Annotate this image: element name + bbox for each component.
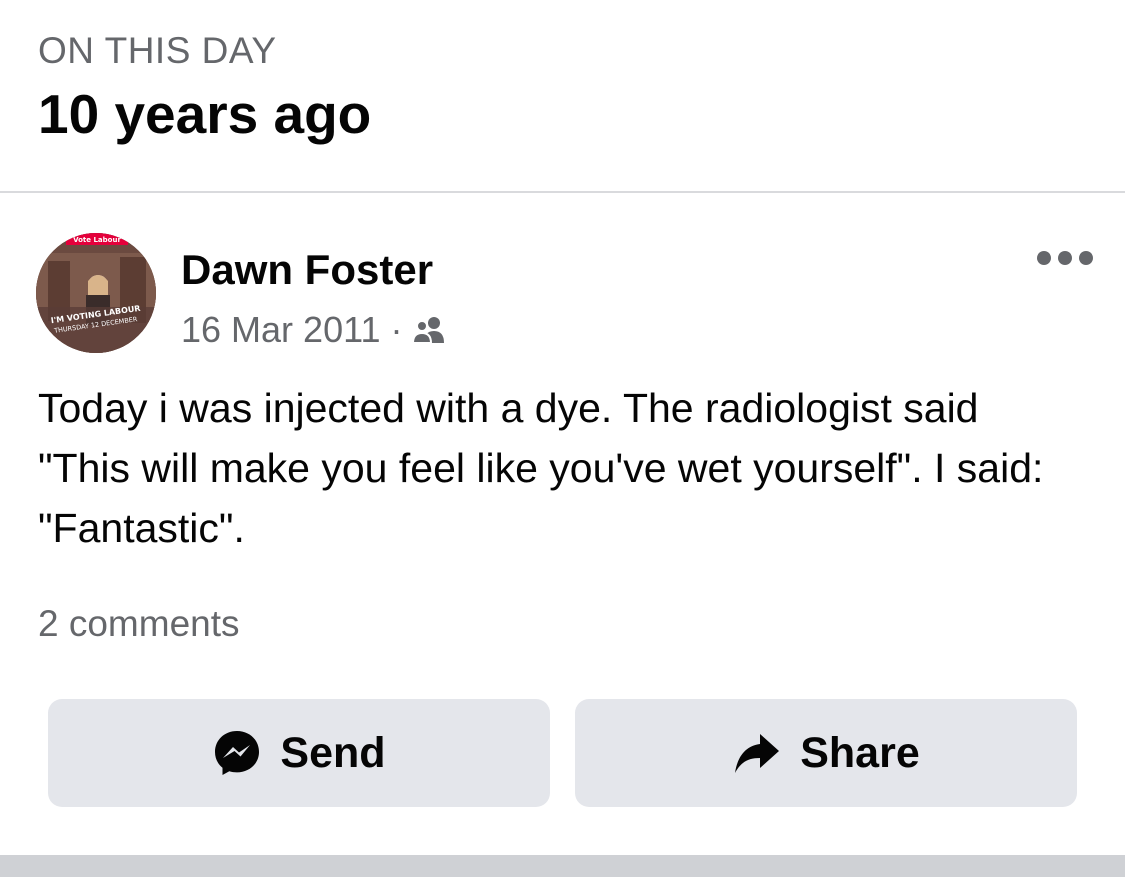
post-text: Today i was injected with a dye. The rad…	[38, 385, 1044, 551]
meta-separator: ·	[390, 309, 403, 350]
post-date[interactable]: 16 Mar 2011	[181, 309, 380, 351]
send-button[interactable]: Send	[48, 699, 550, 807]
comments-count[interactable]: 2 comments	[38, 603, 240, 645]
more-options-icon[interactable]	[1037, 248, 1093, 268]
post-meta: 16 Mar 2011 ·	[181, 309, 448, 351]
memory-header: ON THIS DAY 10 years ago	[0, 0, 1125, 193]
share-arrow-icon	[732, 728, 782, 778]
memory-title: 10 years ago	[38, 83, 372, 145]
avatar[interactable]: Vote Labour I'M VOTING LABOUR THURSDAY 1…	[36, 233, 156, 353]
messenger-icon	[212, 728, 262, 778]
avatar-image: Vote Labour I'M VOTING LABOUR THURSDAY 1…	[36, 233, 156, 353]
memory-eyebrow: ON THIS DAY	[38, 30, 277, 71]
share-label: Share	[800, 728, 920, 777]
friends-icon[interactable]	[412, 315, 448, 345]
share-button[interactable]: Share	[575, 699, 1077, 807]
section-divider	[0, 855, 1125, 877]
author-name[interactable]: Dawn Foster	[181, 246, 433, 294]
post-card: Vote Labour I'M VOTING LABOUR THURSDAY 1…	[0, 193, 1125, 855]
send-label: Send	[280, 728, 386, 777]
avatar-badge-text: Vote Labour	[73, 236, 121, 244]
